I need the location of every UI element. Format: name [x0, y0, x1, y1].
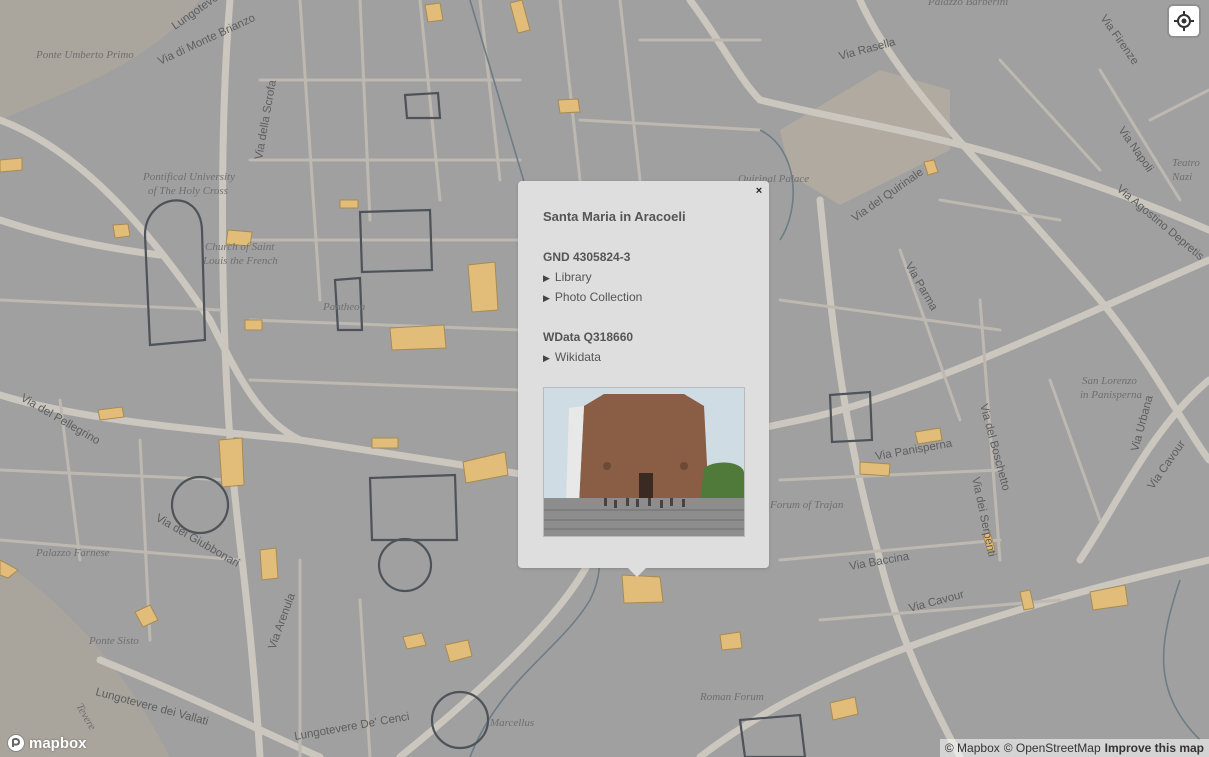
svg-text:Ponte Sisto: Ponte Sisto [88, 635, 139, 647]
svg-text:Teatro: Teatro [1172, 157, 1200, 169]
svg-text:Palazzo Farnese: Palazzo Farnese [35, 547, 110, 559]
gnd-heading: GND 4305824-3 [543, 250, 631, 264]
photo-collection-link[interactable]: ▶ Photo Collection [543, 290, 642, 304]
expand-arrow-icon: ▶ [543, 353, 550, 363]
svg-text:Louis the French: Louis the French [202, 255, 278, 267]
svg-text:Palazzo Barberini: Palazzo Barberini [927, 0, 1008, 8]
wikidata-link[interactable]: ▶ Wikidata [543, 350, 601, 364]
place-san-lorenzo: San Lorenzo [1082, 375, 1137, 387]
popup-title: Santa Maria in Aracoeli [543, 209, 686, 224]
improve-map-link[interactable]: Improve this map [1105, 739, 1204, 757]
expand-arrow-icon: ▶ [543, 273, 550, 283]
popup-tip [627, 567, 647, 577]
svg-text:Ponte Umberto Primo: Ponte Umberto Primo [35, 49, 134, 61]
mapbox-logo-icon [7, 734, 25, 752]
svg-text:Nazi: Nazi [1171, 171, 1192, 183]
svg-text:Church of Saint: Church of Saint [205, 241, 275, 253]
library-link[interactable]: ▶ Library [543, 270, 592, 284]
crosshair-icon [1174, 11, 1194, 31]
svg-text:in Panisperna: in Panisperna [1080, 389, 1143, 401]
church-photo[interactable] [543, 387, 745, 537]
svg-text:of The Holy Cross: of The Holy Cross [148, 185, 228, 197]
mapbox-attribution-link[interactable]: © Mapbox [945, 739, 1000, 757]
geolocate-button[interactable] [1169, 6, 1199, 36]
attribution-bar: © Mapbox © OpenStreetMap Improve this ma… [939, 739, 1209, 757]
svg-text:Marcellus: Marcellus [489, 717, 534, 729]
mapbox-logo[interactable]: mapbox [6, 733, 87, 753]
osm-attribution-link[interactable]: © OpenStreetMap [1004, 739, 1101, 757]
wdata-heading: WData Q318660 [543, 330, 634, 344]
place-roman-forum: Roman Forum [699, 691, 764, 703]
popup-close-button[interactable]: × [753, 185, 765, 197]
expand-arrow-icon: ▶ [543, 293, 550, 303]
place-forum-trajan: Forum of Trajan [769, 499, 844, 511]
place-pontifical: Pontifical University [142, 171, 235, 183]
place-pantheon: Pantheon [322, 301, 366, 313]
feature-popup: × Santa Maria in Aracoeli GND 4305824-3 … [518, 181, 769, 568]
